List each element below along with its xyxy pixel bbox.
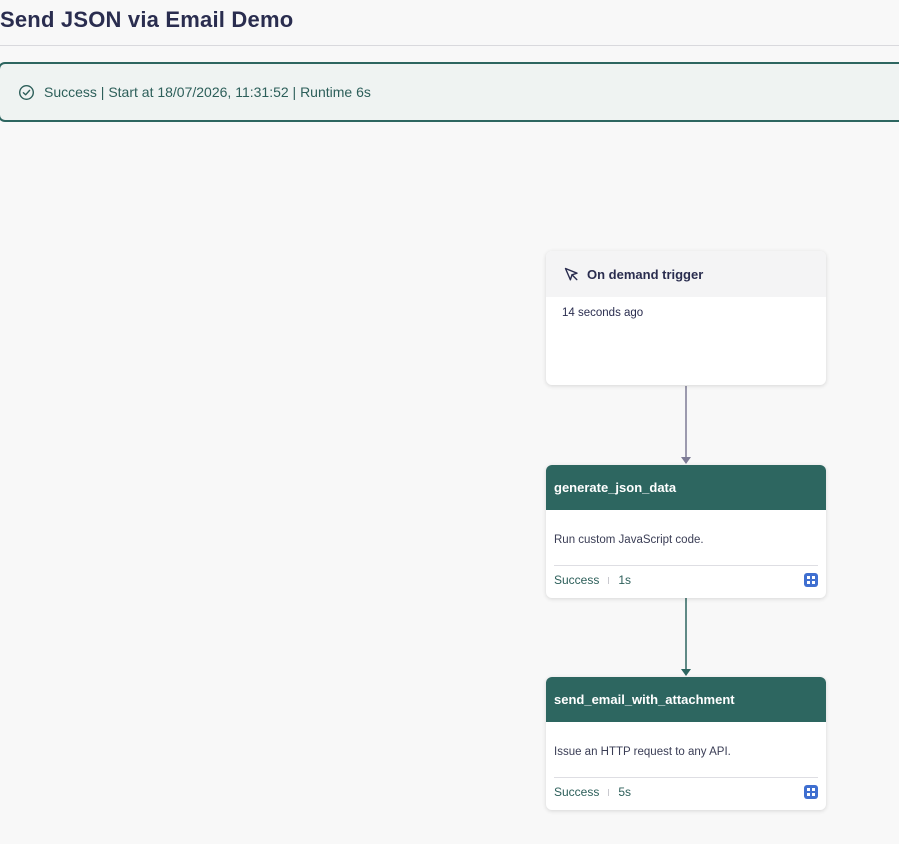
task-description: Issue an HTTP request to any API. [554, 746, 731, 758]
task-footer: Success 5s [554, 783, 818, 801]
task-status: Success [554, 573, 600, 587]
task-duration: 1s [618, 573, 632, 587]
footer-separator [608, 788, 610, 796]
trigger-time: 14 seconds ago [562, 307, 644, 319]
task-divider [554, 777, 818, 778]
task-node-header: generate_json_data [546, 465, 826, 510]
task-node-generate-json-data[interactable]: generate_json_data Run custom JavaScript… [546, 465, 826, 598]
details-icon[interactable] [804, 785, 818, 799]
task-description: Run custom JavaScript code. [554, 534, 704, 546]
arrowhead-task2 [681, 669, 691, 676]
arrowhead-task1 [681, 457, 691, 464]
details-icon[interactable] [804, 573, 818, 587]
task-footer: Success 1s [554, 571, 818, 589]
trigger-title: On demand trigger [587, 266, 704, 282]
trigger-node[interactable]: On demand trigger 14 seconds ago [546, 251, 826, 385]
task-duration: 5s [618, 785, 632, 799]
task-node-send-email-with-attachment[interactable]: send_email_with_attachment Issue an HTTP… [546, 677, 826, 810]
task-title: generate_json_data [554, 480, 677, 495]
footer-separator [608, 576, 610, 584]
task-title: send_email_with_attachment [554, 692, 735, 707]
task-status: Success [554, 785, 600, 799]
task-node-header: send_email_with_attachment [546, 677, 826, 722]
cursor-icon [563, 266, 580, 283]
task-divider [554, 565, 818, 566]
trigger-node-header: On demand trigger [546, 251, 826, 297]
workflow-run-page: Send JSON via Email Demo Success | Start… [0, 0, 899, 844]
